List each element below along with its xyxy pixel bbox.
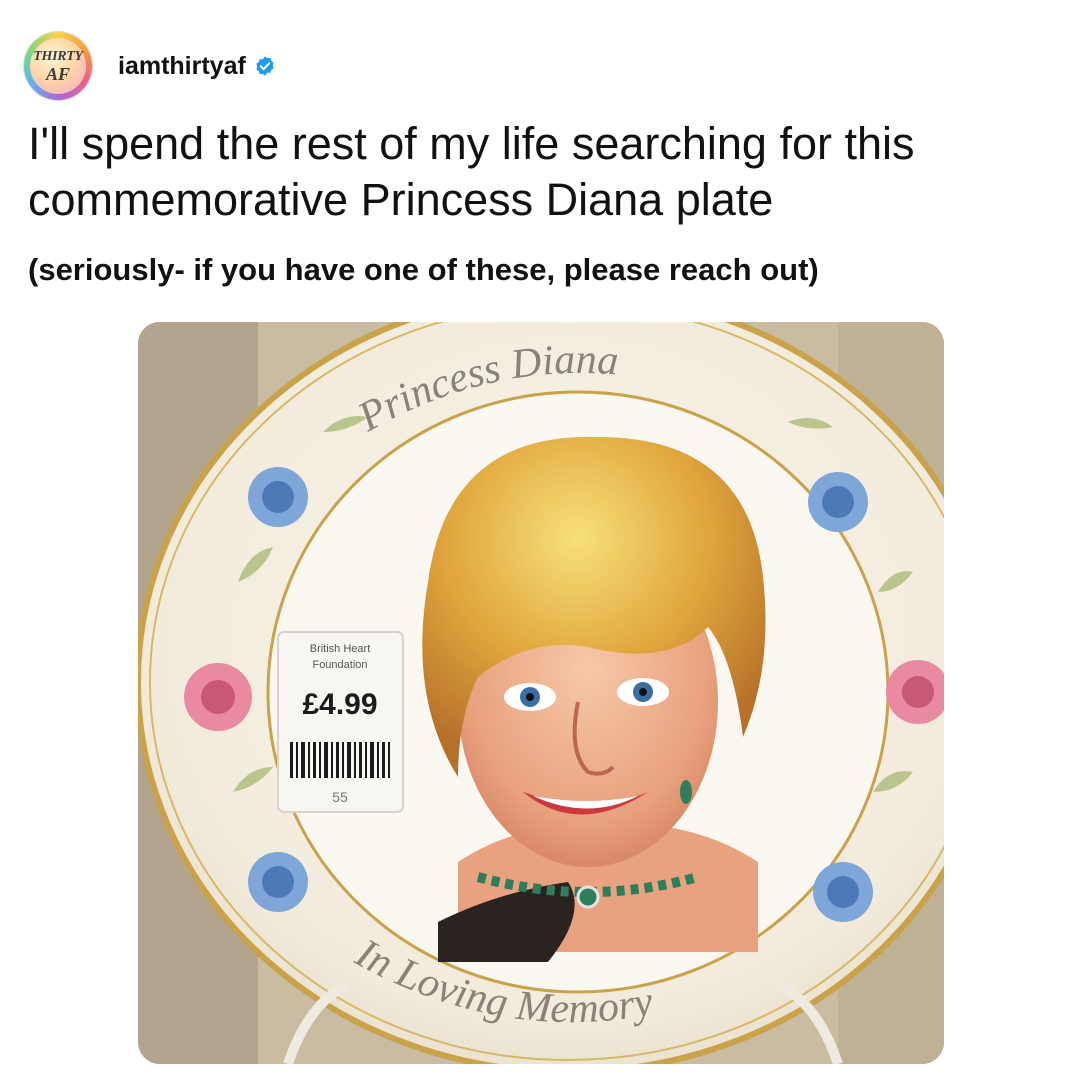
post-photo[interactable]: Princess Diana In Loving Memory British … bbox=[138, 322, 944, 1064]
post-text: I'll spend the rest of my life searching… bbox=[28, 118, 915, 225]
avatar-logo-text-bottom: AF bbox=[45, 63, 70, 84]
profile-avatar[interactable]: THIRTY AF bbox=[24, 32, 92, 100]
plate-photo-illustration: Princess Diana In Loving Memory British … bbox=[138, 322, 944, 1064]
price-sticker: British Heart Foundation £4.99 55 bbox=[277, 631, 404, 813]
verified-badge-icon bbox=[256, 56, 274, 76]
sticker-org-line2: Foundation bbox=[312, 659, 367, 671]
portrait-illustration bbox=[422, 436, 766, 962]
sticker-code: 55 bbox=[332, 789, 348, 805]
sticker-org-line1: British Heart bbox=[310, 643, 371, 655]
sticker-price: £4.99 bbox=[302, 688, 377, 721]
post-header: THIRTY AF iamthirtyaf bbox=[24, 32, 276, 100]
username[interactable]: iamthirtyaf bbox=[118, 52, 246, 81]
avatar-logo-text-top: THIRTY bbox=[33, 48, 83, 64]
post-subtext: (seriously- if you have one of these, pl… bbox=[28, 252, 819, 287]
avatar-logo: THIRTY AF bbox=[30, 38, 86, 94]
